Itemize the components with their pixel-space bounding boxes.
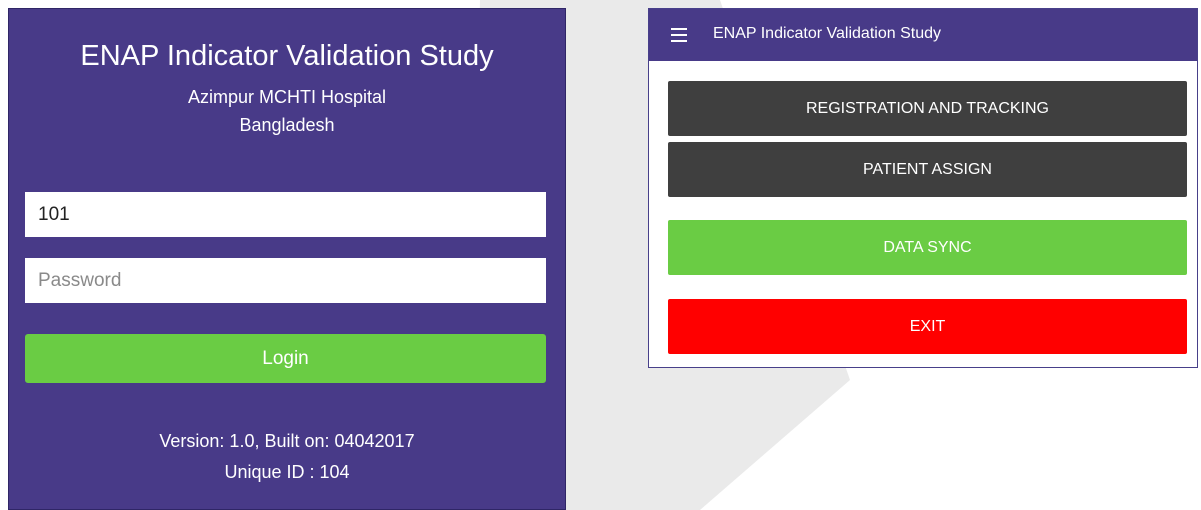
app-title: ENAP Indicator Validation Study bbox=[80, 40, 494, 72]
password-input[interactable] bbox=[25, 258, 546, 303]
hamburger-menu-icon[interactable] bbox=[671, 28, 687, 42]
country-name: Bangladesh bbox=[239, 115, 335, 135]
app-bar: ENAP Indicator Validation Study bbox=[649, 9, 1197, 61]
exit-button[interactable]: EXIT bbox=[668, 299, 1187, 354]
username-input[interactable] bbox=[25, 192, 546, 237]
unique-id: Unique ID : 104 bbox=[224, 462, 350, 482]
login-screen: ENAP Indicator Validation Study Azimpur … bbox=[8, 8, 566, 510]
registration-and-tracking-button[interactable]: REGISTRATION AND TRACKING bbox=[668, 81, 1187, 136]
hospital-name: Azimpur MCHTI Hospital bbox=[187, 87, 387, 107]
version-info: Version: 1.0, Built on: 04042017 bbox=[159, 431, 415, 451]
patient-assign-button[interactable]: PATIENT ASSIGN bbox=[668, 142, 1187, 197]
login-button[interactable]: Login bbox=[25, 334, 546, 383]
main-menu-screen: ENAP Indicator Validation Study REGISTRA… bbox=[648, 8, 1198, 368]
app-bar-title: ENAP Indicator Validation Study bbox=[713, 25, 941, 42]
data-sync-button[interactable]: DATA SYNC bbox=[668, 220, 1187, 275]
